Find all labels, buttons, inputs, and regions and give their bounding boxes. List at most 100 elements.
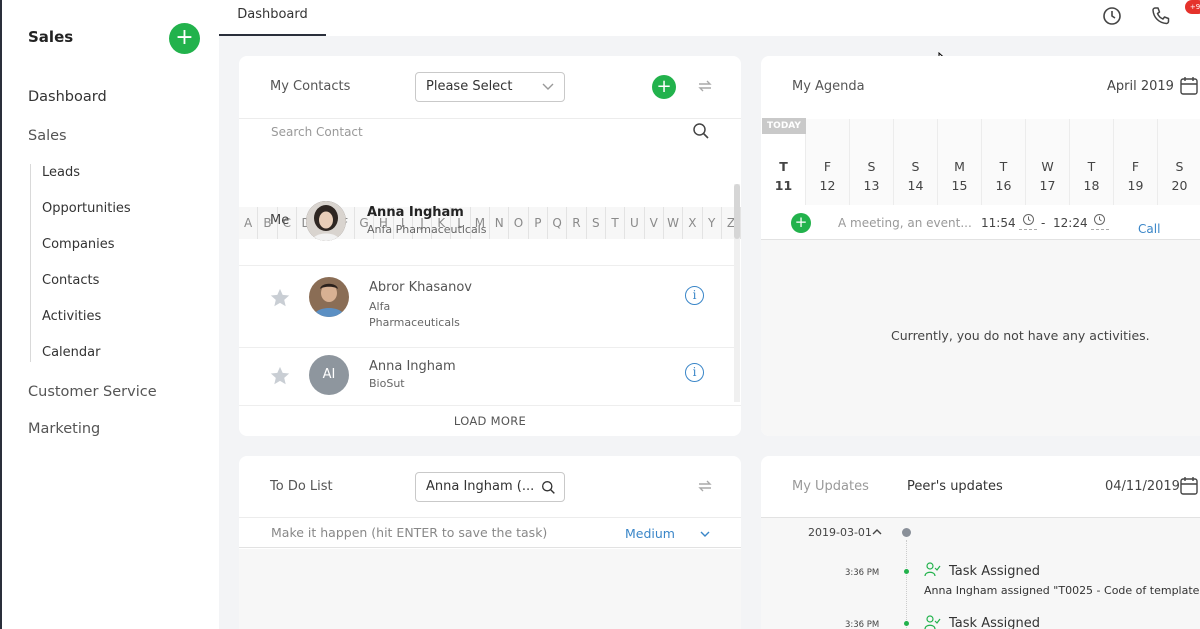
day-letter: S [867, 159, 876, 174]
user-check-icon [924, 562, 941, 577]
agenda-title: My Agenda [792, 79, 865, 94]
contact-company: Anfa Pharmaceuticals [367, 223, 487, 236]
contact-row[interactable]: AI Anna Ingham BioSut i [239, 348, 734, 406]
contacts-title: My Contacts [270, 79, 351, 94]
add-contact-button[interactable]: + [652, 75, 676, 99]
todo-user-select[interactable]: Anna Ingham (... [415, 472, 565, 502]
update-time: 3:36 PM [845, 620, 880, 629]
user-check-icon [924, 615, 941, 629]
clock-icon[interactable] [1093, 213, 1106, 226]
scrollbar-thumb[interactable] [734, 184, 740, 239]
new-task-bar: Make it happen (hit ENTER to save the ta… [239, 518, 741, 548]
sidebar-item-leads[interactable]: Leads [42, 165, 80, 180]
start-time[interactable]: 11:54 [981, 216, 1016, 230]
search-icon[interactable] [541, 480, 556, 495]
calendar-icon[interactable] [1180, 76, 1198, 96]
avatar [309, 277, 349, 317]
sidebar-item-marketing[interactable]: Marketing [28, 421, 100, 437]
day-cell[interactable]: S 14 [894, 119, 938, 205]
divider [239, 118, 741, 119]
day-cell[interactable]: T 16 [982, 119, 1026, 205]
timeline-line [906, 540, 907, 629]
priority-select[interactable]: Medium [625, 526, 675, 541]
info-icon[interactable]: i [685, 363, 704, 382]
phone-icon[interactable] [1149, 4, 1173, 28]
top-bar: Dashboard +9 [219, 0, 1200, 36]
day-cell[interactable]: M 15 [938, 119, 982, 205]
agenda-month[interactable]: April 2019 [1107, 79, 1174, 94]
quick-add-event-bar: + A meeting, an event... 11:54 - 12:24 C… [761, 206, 1200, 240]
day-cell[interactable]: F 19 [1114, 119, 1158, 205]
contact-row-me[interactable]: Me Anna Ingham Anfa Pharmaceuticals [239, 184, 734, 266]
day-letter: T [779, 159, 788, 174]
day-cell[interactable]: S 13 [850, 119, 894, 205]
time-underline [1019, 229, 1037, 230]
sidebar-item-contacts[interactable]: Contacts [42, 273, 99, 288]
event-title-input[interactable]: A meeting, an event... [838, 216, 972, 230]
contacts-filter-select[interactable]: Please Select [415, 72, 565, 102]
clock-icon[interactable] [1022, 213, 1035, 226]
sidebar-item-customer-service[interactable]: Customer Service [28, 384, 157, 400]
sidebar-item-sales[interactable]: Sales [28, 128, 67, 144]
time-separator: - [1041, 216, 1046, 230]
update-title[interactable]: Task Assigned [949, 616, 1040, 629]
sidebar-item-companies[interactable]: Companies [42, 237, 115, 252]
update-title[interactable]: Task Assigned [949, 564, 1040, 579]
star-icon[interactable] [269, 365, 291, 387]
day-number: 19 [1127, 178, 1144, 193]
tab-peers-updates[interactable]: Peer's updates [907, 479, 1003, 494]
tab-my-updates[interactable]: My Updates [792, 479, 869, 494]
refresh-icon[interactable] [696, 477, 714, 495]
info-icon[interactable]: i [685, 286, 704, 305]
event-type-select[interactable]: Call [1138, 222, 1160, 236]
avatar-initials: AI [309, 355, 349, 395]
chevron-down-icon[interactable] [700, 531, 710, 538]
day-number: 17 [1039, 178, 1056, 193]
contact-search-input[interactable]: Search Contact [271, 125, 363, 139]
updates-date[interactable]: 04/11/2019 [1105, 479, 1180, 494]
new-task-input[interactable]: Make it happen (hit ENTER to save the ta… [271, 525, 547, 540]
add-icon[interactable]: + [169, 23, 200, 54]
todo-title: To Do List [270, 479, 333, 494]
day-number: 14 [907, 178, 924, 193]
sidebar-item-dashboard[interactable]: Dashboard [28, 89, 107, 105]
calendar-icon[interactable] [1180, 476, 1198, 496]
day-number: 15 [951, 178, 968, 193]
tab-dashboard[interactable]: Dashboard [219, 0, 326, 36]
scrollbar-track[interactable] [734, 184, 740, 402]
timeline-node [902, 528, 911, 537]
notification-badge: +9 [1185, 0, 1200, 14]
day-cell[interactable]: T 18 [1070, 119, 1114, 205]
load-more-button[interactable]: LOAD MORE [239, 405, 741, 436]
refresh-icon[interactable] [696, 77, 714, 95]
timeline-dot [904, 569, 909, 574]
avatar-photo [309, 277, 349, 317]
sidebar-title: Sales [28, 28, 74, 46]
me-label: Me [270, 213, 290, 228]
contact-company-line2: Pharmaceuticals [369, 316, 460, 329]
clock-icon[interactable] [1100, 4, 1124, 28]
contact-name[interactable]: Abror Khasanov [369, 280, 472, 295]
sidebar-item-opportunities[interactable]: Opportunities [42, 201, 131, 216]
day-letter: W [1041, 159, 1054, 174]
search-icon[interactable] [692, 122, 710, 140]
agenda-card: My Agenda April 2019 T 11 F 12 S 13 S 14 M 15 T 16 W… [761, 56, 1200, 436]
day-number: 13 [863, 178, 880, 193]
sidebar-item-calendar[interactable]: Calendar [42, 345, 100, 360]
chevron-up-icon[interactable] [872, 528, 882, 535]
todo-user-value: Anna Ingham (... [426, 479, 535, 494]
avatar-photo [306, 201, 346, 241]
day-cell[interactable]: S 20 [1158, 119, 1200, 205]
contact-row[interactable]: Abror Khasanov Alfa Pharmaceuticals i [239, 266, 734, 348]
end-time[interactable]: 12:24 [1053, 216, 1088, 230]
contact-name[interactable]: Anna Ingham [369, 359, 456, 374]
day-cell[interactable]: F 12 [806, 119, 850, 205]
star-icon[interactable] [269, 287, 291, 309]
todo-card: To Do List Anna Ingham (... Make it happ… [239, 456, 741, 629]
add-event-button[interactable]: + [791, 213, 811, 233]
empty-activities-message: Currently, you do not have any activitie… [891, 328, 1150, 343]
updates-timeline: 2019-03-01 3:36 PM Task Assigned Anna In… [761, 518, 1200, 629]
day-cell[interactable]: W 17 [1026, 119, 1070, 205]
contact-name[interactable]: Anna Ingham [367, 205, 464, 220]
sidebar-item-activities[interactable]: Activities [42, 309, 101, 324]
